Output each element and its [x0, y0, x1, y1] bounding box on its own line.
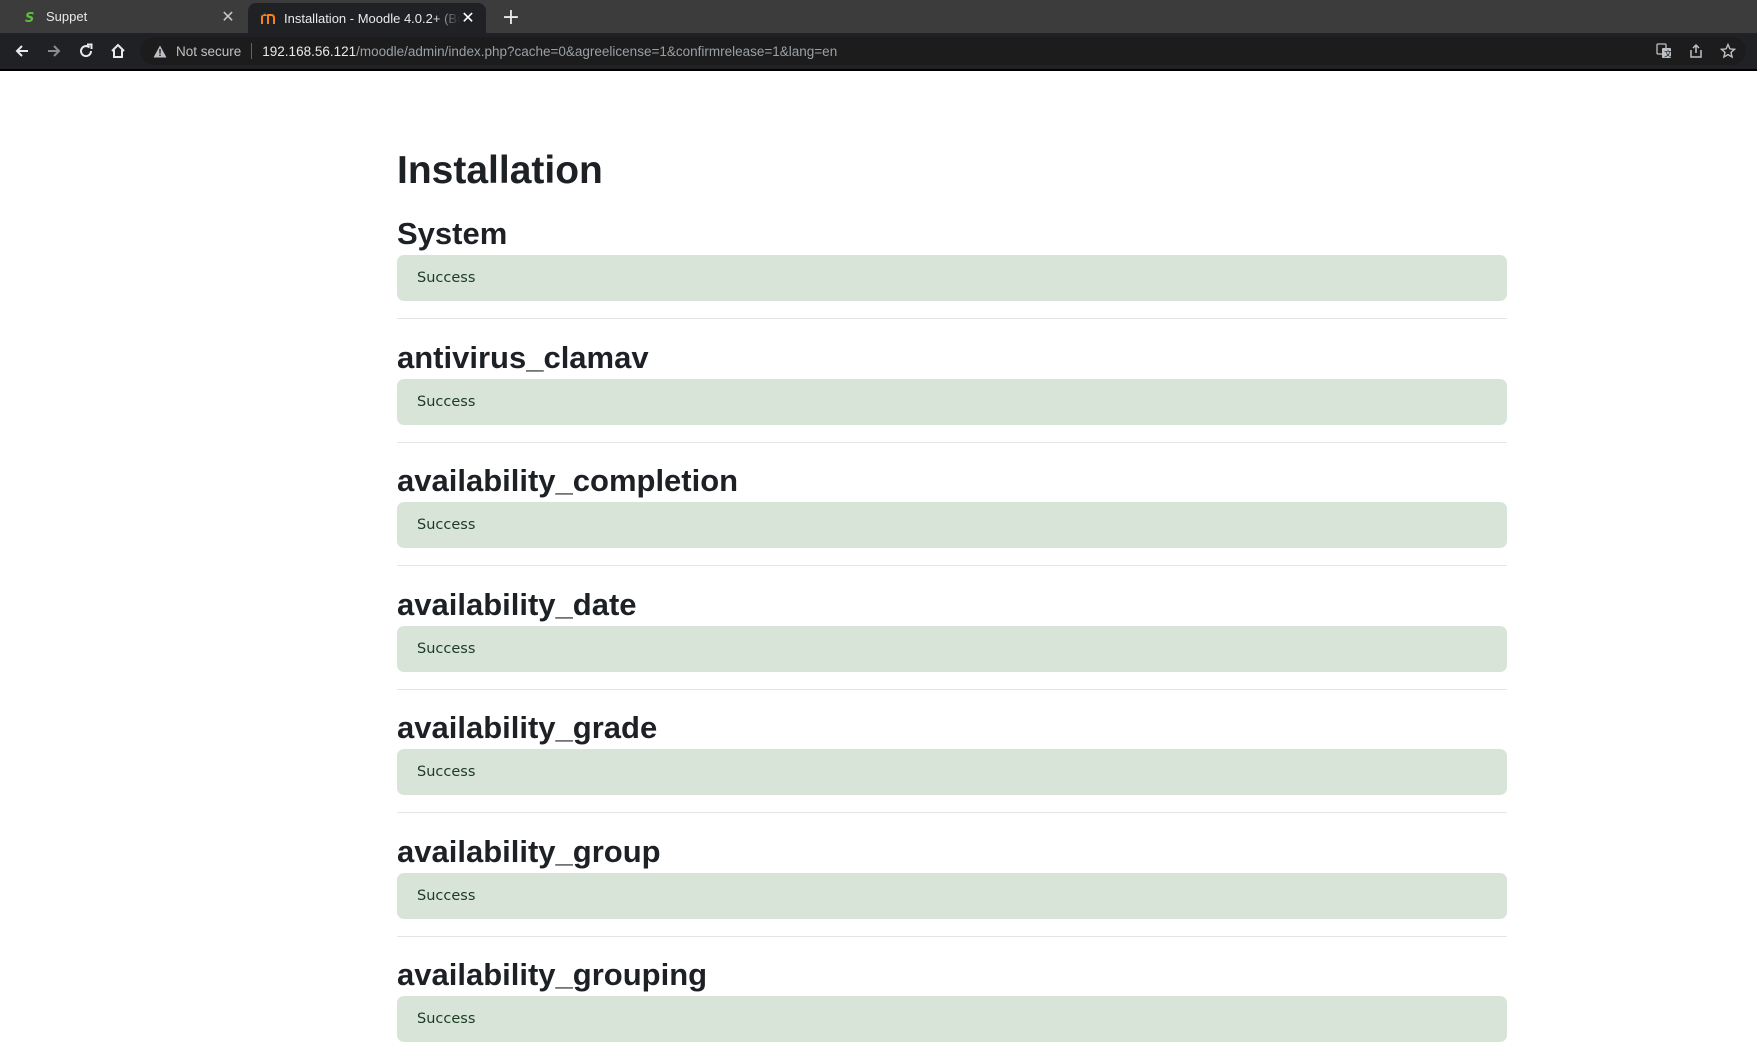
success-notification: Success — [397, 749, 1507, 795]
section-heading: System — [397, 216, 508, 251]
section-divider — [397, 812, 1507, 813]
section-divider — [397, 936, 1507, 937]
tab-suppet[interactable]: S Suppet ✕ — [0, 0, 246, 33]
section-heading: availability_grouping — [397, 957, 708, 992]
omnibox-divider — [251, 43, 253, 59]
browser-toolbar: Not secure 192.168.56.121/moodle/admin/i… — [0, 33, 1757, 71]
tab-moodle-installation[interactable]: Installation - Moodle 4.0.2+ (Build ✕ — [248, 3, 486, 33]
section-heading: antivirus_clamav — [397, 340, 649, 375]
success-notification: Success — [397, 996, 1507, 1042]
install-section-availability-group: availability_group Success — [397, 832, 1507, 937]
suppet-s-icon: S — [22, 9, 38, 25]
success-notification: Success — [397, 379, 1507, 425]
section-heading: availability_completion — [397, 463, 739, 498]
page-content: Installation System Success antivirus_cl… — [0, 71, 1757, 1042]
url-path: /moodle/admin/index.php?cache=0&agreelic… — [356, 43, 838, 59]
success-notification: Success — [397, 626, 1507, 672]
svg-text:文: 文 — [1664, 49, 1672, 59]
status-text: Success — [417, 517, 476, 533]
section-heading: availability_group — [397, 834, 661, 869]
section-divider — [397, 689, 1507, 690]
success-notification: Success — [397, 873, 1507, 919]
section-divider — [397, 318, 1507, 319]
success-notification: Success — [397, 502, 1507, 548]
url-host: 192.168.56.121 — [262, 43, 357, 59]
bookmark-star-icon[interactable] — [1716, 41, 1740, 61]
back-arrow-icon[interactable] — [8, 37, 36, 65]
close-tab-icon[interactable]: ✕ — [220, 9, 236, 26]
install-section-availability-grade: availability_grade Success — [397, 708, 1507, 813]
reload-icon[interactable] — [72, 37, 100, 65]
tab-title: Suppet — [46, 9, 88, 24]
close-tab-icon[interactable]: ✕ — [460, 10, 476, 27]
address-bar[interactable]: Not secure 192.168.56.121/moodle/admin/i… — [140, 37, 1746, 65]
tab-title: Installation - Moodle 4.0.2+ (Build — [284, 10, 460, 26]
omnibox-actions: 文 — [1652, 41, 1740, 61]
status-text: Success — [417, 394, 476, 410]
section-divider — [397, 442, 1507, 443]
moodle-m-icon — [260, 10, 276, 26]
status-text: Success — [417, 641, 476, 657]
status-text: Success — [417, 270, 476, 286]
svg-text:S: S — [25, 11, 34, 24]
status-text: Success — [417, 1011, 476, 1027]
tab-strip: S Suppet ✕ Installation - Moodle 4.0.2+ … — [0, 0, 1757, 33]
install-section-system: System Success — [397, 214, 1507, 319]
install-section-antivirus-clamav: antivirus_clamav Success — [397, 338, 1507, 443]
section-heading: availability_date — [397, 587, 637, 622]
home-icon[interactable] — [104, 37, 132, 65]
status-text: Success — [417, 764, 476, 780]
install-section-availability-completion: availability_completion Success — [397, 461, 1507, 566]
warning-triangle-icon[interactable] — [152, 43, 168, 59]
security-status-label[interactable]: Not secure — [176, 44, 241, 59]
forward-arrow-icon[interactable] — [40, 37, 68, 65]
translate-icon[interactable]: 文 — [1652, 41, 1676, 61]
success-notification: Success — [397, 255, 1507, 301]
section-divider — [397, 565, 1507, 566]
install-section-availability-date: availability_date Success — [397, 585, 1507, 690]
section-heading: availability_grade — [397, 710, 658, 745]
new-tab-button[interactable]: + — [498, 4, 524, 30]
install-section-availability-grouping: availability_grouping Success — [397, 955, 1507, 1042]
status-text: Success — [417, 888, 476, 904]
page-title: Installation — [397, 149, 603, 192]
share-icon[interactable] — [1684, 41, 1708, 61]
